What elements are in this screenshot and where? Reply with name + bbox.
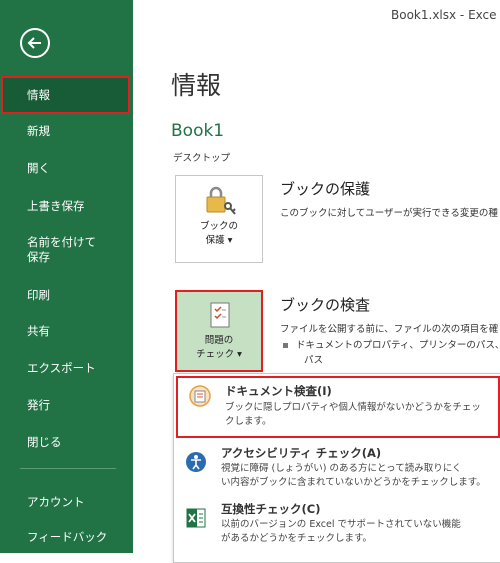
menu-item-title: 互換性チェック(C) xyxy=(221,502,321,516)
tile-label: 保護 ▾ xyxy=(205,235,233,246)
inspect-bullet-text: ドキュメントのプロパティ、プリンターのパス、作 xyxy=(296,340,500,351)
nav-item-open[interactable]: 開く xyxy=(0,161,133,176)
accessibility-check-icon xyxy=(186,452,206,472)
description-line: ブックに隠しプロパティや個人情報がないかどうかをチェッ xyxy=(225,402,481,413)
nav-item-export[interactable]: エクスポート xyxy=(0,361,133,376)
inspect-document-icon xyxy=(189,385,211,407)
inspect-title: ブックの検査 xyxy=(280,296,371,314)
nav-item-close[interactable]: 閉じる xyxy=(0,435,133,450)
menu-item-description: ブックに隠しプロパティや個人情報がないかどうかをチェッ クします。 xyxy=(225,401,500,429)
inspect-description: ファイルを公開する前に、ファイルの次の項目を確 xyxy=(280,324,499,335)
description-line: 以前のバージョンの Excel でサポートされていない機能 xyxy=(221,519,461,530)
document-check-icon xyxy=(210,302,230,328)
menu-item-description: 以前のバージョンの Excel でサポートされていない機能 があるかどうかをチェ… xyxy=(221,518,500,546)
nav-item-label: アカウント xyxy=(27,495,85,509)
tile-label: チェック ▾ xyxy=(196,349,242,360)
sidebar-divider xyxy=(20,468,116,469)
menu-item-compatibility-check[interactable]: 互換性チェック(C) 以前のバージョンの Excel でサポートされていない機能… xyxy=(174,496,500,552)
protect-title: ブックの保護 xyxy=(280,180,371,198)
protect-description: このブックに対してユーザーが実行できる変更の種 xyxy=(280,208,498,219)
inspect-bullet-continuation: パス xyxy=(304,355,324,366)
check-for-issues-button[interactable]: 問題の チェック ▾ xyxy=(175,290,263,372)
inspect-bullet: ドキュメントのプロパティ、プリンターのパス、作 xyxy=(283,337,500,351)
page-title: 情報 xyxy=(171,71,222,100)
lock-key-icon xyxy=(206,186,236,215)
nav-item-feedback[interactable]: フィードバック xyxy=(0,530,133,545)
menu-item-accessibility-check[interactable]: アクセシビリティ チェック(A) 視覚に障碍 (しょうがい) のある方にとって読… xyxy=(174,440,500,496)
description-line: 視覚に障碍 (しょうがい) のある方にとって読み取りにく xyxy=(221,463,462,474)
nav-item-info[interactable]: 情報 xyxy=(1,76,130,114)
bullet-square-icon xyxy=(283,343,288,348)
description-line: クします。 xyxy=(225,416,272,427)
tile-label: 問題の xyxy=(204,335,234,346)
nav-item-save[interactable]: 上書き保存 xyxy=(0,199,133,214)
menu-item-inspect-document[interactable]: ドキュメント検査(I) ブックに隠しプロパティや個人情報がないかどうかをチェッ … xyxy=(176,376,500,438)
nav-item-publish[interactable]: 発行 xyxy=(0,398,133,413)
back-button[interactable] xyxy=(20,28,50,58)
book-name: Book1 xyxy=(171,121,225,141)
nav-item-label: 共有 xyxy=(27,324,50,338)
book-location: デスクトップ xyxy=(173,153,231,164)
nav-item-label: 閉じる xyxy=(27,435,62,449)
nav-item-label: エクスポート xyxy=(27,361,96,375)
backstage-sidebar: 情報 新規 開く 上書き保存 名前を付けて保存 印刷 共有 エクスポート 発行 … xyxy=(0,0,133,553)
menu-item-title: アクセシビリティ チェック(A) xyxy=(221,446,382,460)
nav-item-label: 発行 xyxy=(27,398,50,412)
menu-item-description: 視覚に障碍 (しょうがい) のある方にとって読み取りにく い内容がブックに含まれ… xyxy=(221,462,500,490)
window-title: Book1.xlsx - Exce xyxy=(391,8,497,22)
nav-item-label: フィードバック xyxy=(27,530,108,544)
excel-compatibility-icon xyxy=(186,508,206,528)
protect-workbook-button[interactable]: ブックの 保護 ▾ xyxy=(175,175,263,263)
arrow-left-icon xyxy=(27,37,41,49)
tile-label: ブックの xyxy=(199,221,238,232)
menu-item-title: ドキュメント検査(I) xyxy=(225,384,332,398)
nav-item-label: 情報 xyxy=(27,88,50,102)
nav-item-new[interactable]: 新規 xyxy=(0,124,133,139)
nav-item-label: 新規 xyxy=(27,124,50,138)
nav-item-print[interactable]: 印刷 xyxy=(0,288,133,303)
nav-item-share[interactable]: 共有 xyxy=(0,324,133,339)
nav-item-save-as[interactable]: 名前を付けて保存 xyxy=(0,235,100,265)
nav-item-label: 上書き保存 xyxy=(27,199,85,213)
nav-item-label: 開く xyxy=(27,161,50,175)
nav-item-account[interactable]: アカウント xyxy=(0,495,133,510)
description-line: があるかどうかをチェックします。 xyxy=(221,533,373,544)
nav-item-label: 名前を付けて保存 xyxy=(27,235,96,264)
nav-item-label: 印刷 xyxy=(27,288,50,302)
check-for-issues-menu: ドキュメント検査(I) ブックに隠しプロパティや個人情報がないかどうかをチェッ … xyxy=(173,373,500,563)
description-line: い内容がブックに含まれていないかどうかをチェックします。 xyxy=(221,477,486,488)
